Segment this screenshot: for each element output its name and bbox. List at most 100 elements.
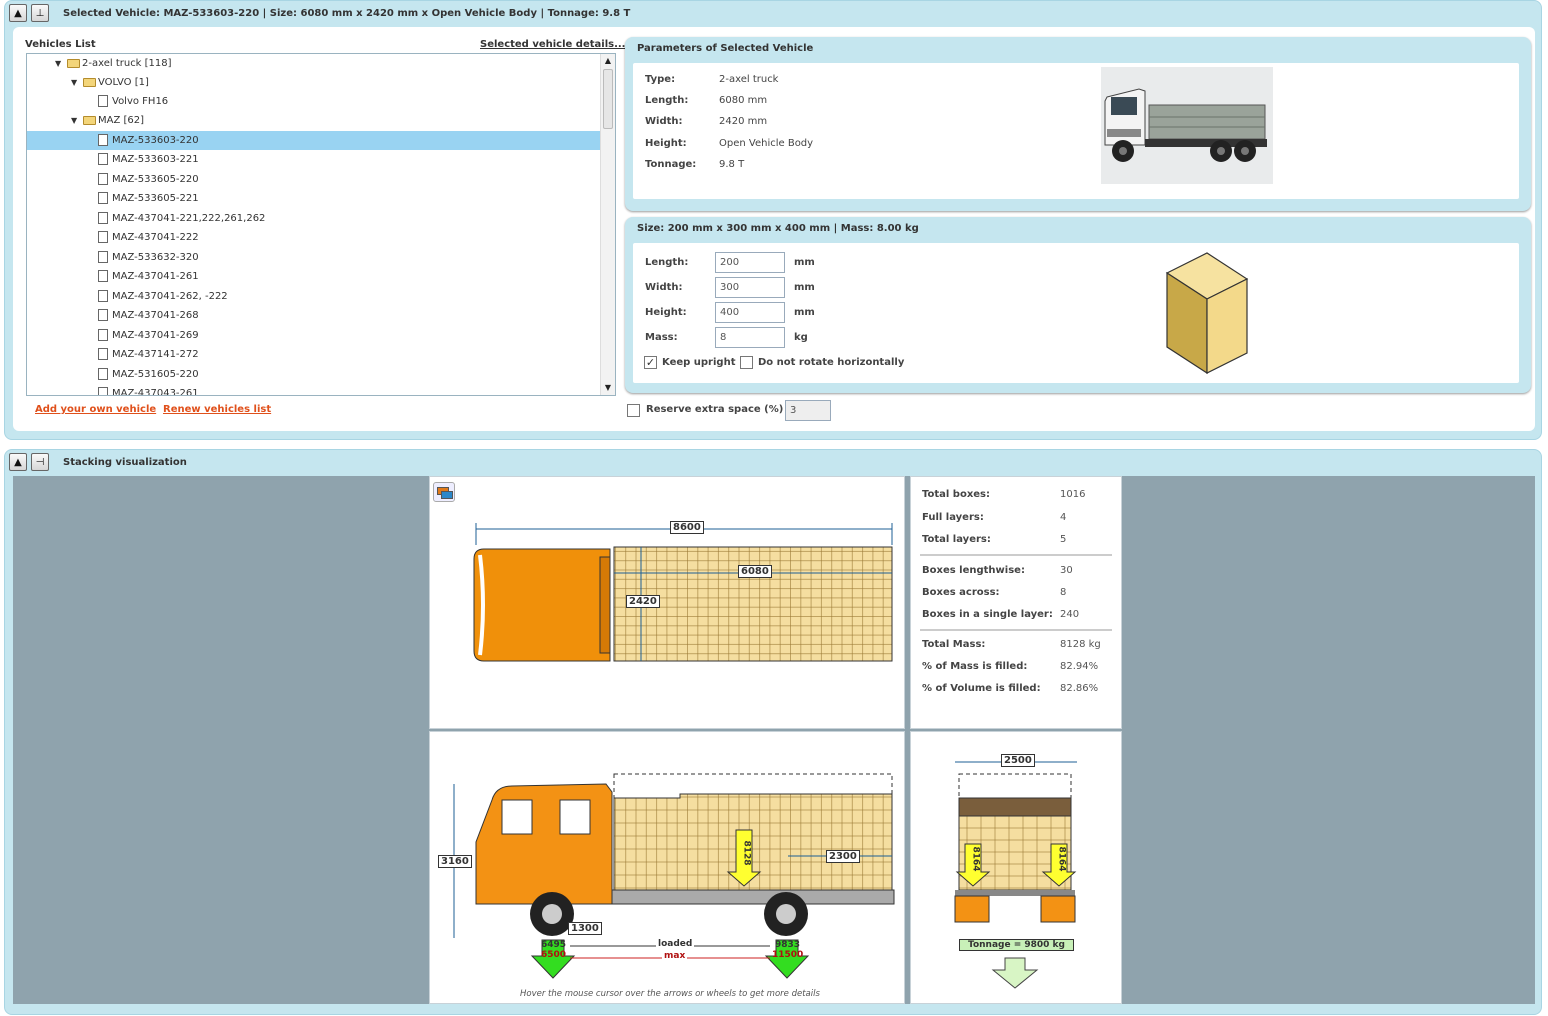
pin-button[interactable]: ⊣: [31, 453, 49, 471]
truck-photo: [1101, 67, 1273, 184]
tree-item[interactable]: MAZ-437041-268: [98, 306, 199, 325]
reserve-space-input[interactable]: [785, 400, 831, 421]
vehicle-panel: ▲ ⊥ Selected Vehicle: MAZ-533603-220 | S…: [4, 0, 1542, 440]
expand-triangle-icon[interactable]: ▼: [71, 73, 83, 92]
scroll-down-icon[interactable]: ▼: [601, 381, 615, 395]
checkmark-icon: ✓: [645, 356, 656, 369]
stat-label: Boxes across:: [922, 587, 1000, 598]
param-value: Open Vehicle Body: [719, 138, 814, 149]
tree-item[interactable]: MAZ-437041-261: [98, 267, 199, 286]
collapse-button[interactable]: ▲: [9, 453, 27, 471]
tree-item[interactable]: MAZ-533603-221: [98, 150, 199, 169]
hover-hint: Hover the mouse cursor over the arrows o…: [520, 989, 820, 999]
tree-item[interactable]: MAZ-531605-220: [98, 365, 199, 384]
stat-value: 30: [1060, 565, 1073, 576]
reserve-space-label: Reserve extra space (%): [646, 404, 784, 415]
legend-loaded: loaded: [656, 939, 695, 949]
tree-item[interactable]: MAZ-437041-269: [98, 326, 199, 345]
visualization-panel-header: ▲ ⊣ Stacking visualization: [5, 450, 1541, 474]
front-axle-loaded[interactable]: 6495: [541, 940, 566, 950]
scroll-thumb[interactable]: [603, 69, 613, 129]
visualization-area: 8600 6080 2420 Total boxes: 1016 Full la…: [13, 476, 1535, 1004]
scroll-up-icon[interactable]: ▲: [601, 54, 615, 68]
dim-rear-width: 2500: [1001, 754, 1035, 767]
box-field-label: Width:: [645, 282, 683, 293]
collapse-button[interactable]: ▲: [9, 4, 27, 22]
stat-label: Full layers:: [922, 512, 984, 523]
file-icon: [98, 270, 108, 282]
tree-item[interactable]: MAZ-437141-272: [98, 345, 199, 364]
stats-divider: [920, 554, 1112, 556]
add-vehicle-link[interactable]: Add your own vehicle: [35, 404, 156, 415]
stats-pane: Total boxes: 1016 Full layers: 4 Total l…: [910, 476, 1122, 729]
stat-label: Total Mass:: [922, 639, 986, 650]
tonnage-badge[interactable]: Tonnage = 9800 kg: [959, 939, 1074, 951]
tree-scrollbar[interactable]: ▲ ▼: [600, 54, 615, 395]
file-icon: [98, 251, 108, 263]
dim-body-width: 2420: [626, 595, 660, 608]
rear-axle-max[interactable]: 11500: [772, 950, 803, 960]
param-label: Width:: [645, 116, 683, 127]
expand-triangle-icon[interactable]: ▼: [71, 111, 83, 130]
tree-item[interactable]: MAZ-437041-222: [98, 228, 199, 247]
vehicle-panel-body: Vehicles List Selected vehicle details..…: [13, 27, 1535, 431]
stat-label: Boxes in a single layer:: [922, 609, 1053, 620]
rear-right-load[interactable]: 8164: [1057, 846, 1067, 871]
vehicle-params-body: Type: 2-axel truck Length: 6080 mm Width…: [633, 63, 1519, 199]
load-arrow-label[interactable]: 8128: [742, 840, 752, 865]
tree-item[interactable]: Volvo FH16: [98, 92, 168, 111]
file-icon: [98, 309, 108, 321]
param-label: Length:: [645, 95, 689, 106]
expand-triangle-icon[interactable]: ▼: [55, 54, 67, 73]
reserve-space-checkbox[interactable]: [627, 404, 640, 417]
box-length-input[interactable]: [715, 252, 785, 273]
tree-item[interactable]: ▼ 2-axel truck [118]: [55, 54, 172, 73]
vehicle-params-title: Parameters of Selected Vehicle: [637, 43, 814, 54]
stat-value: 5: [1060, 534, 1067, 545]
tree-item[interactable]: ▼ MAZ [62]: [71, 111, 144, 130]
tree-item[interactable]: MAZ-533605-221: [98, 189, 199, 208]
pin-icon: ⊣: [35, 456, 45, 468]
keep-upright-checkbox[interactable]: ✓: [644, 356, 657, 369]
box-mass-input[interactable]: [715, 327, 785, 348]
file-icon: [98, 212, 108, 224]
renew-vehicles-link[interactable]: Renew vehicles list: [163, 404, 271, 415]
box-height-input[interactable]: [715, 302, 785, 323]
tree-item[interactable]: MAZ-437043-261: [98, 384, 199, 395]
tree-item[interactable]: MAZ-437041-262, -222: [98, 287, 228, 306]
file-icon: [98, 231, 108, 243]
folder-icon: [83, 115, 96, 125]
box-3d-icon: [1165, 252, 1249, 375]
rear-left-load[interactable]: 8164: [971, 846, 981, 871]
file-icon: [98, 348, 108, 360]
dim-body-to-rear: 2300: [826, 850, 860, 863]
tree-item[interactable]: MAZ-437041-221,222,261,262: [98, 209, 265, 228]
stat-label: % of Mass is filled:: [922, 661, 1028, 672]
stat-value: 1016: [1060, 489, 1086, 500]
selected-vehicle-details-link[interactable]: Selected vehicle details...: [480, 39, 625, 50]
no-rotate-label: Do not rotate horizontally: [758, 357, 905, 368]
vehicle-panel-header: ▲ ⊥ Selected Vehicle: MAZ-533603-220 | S…: [5, 1, 1541, 25]
tree-item[interactable]: MAZ-533605-220: [98, 170, 199, 189]
box-field-unit: mm: [794, 282, 815, 293]
side-view-pane: 3160 1300 2300 8128 6495 6500 9833 11500…: [429, 731, 905, 1004]
front-axle-max[interactable]: 6500: [541, 950, 566, 960]
stat-value: 8128 kg: [1060, 639, 1101, 650]
rear-axle-loaded[interactable]: 9833: [775, 940, 800, 950]
caret-up-icon: ▲: [14, 456, 22, 468]
box-section: Size: 200 mm x 300 mm x 400 mm | Mass: 8…: [625, 217, 1531, 393]
box-width-input[interactable]: [715, 277, 785, 298]
pin-button[interactable]: ⊥: [31, 4, 49, 22]
file-icon: [98, 290, 108, 302]
vehicles-list-label: Vehicles List: [25, 39, 96, 50]
stat-label: Boxes lengthwise:: [922, 565, 1025, 576]
stat-label: Total layers:: [922, 534, 991, 545]
stat-label: % of Volume is filled:: [922, 683, 1041, 694]
tree-item[interactable]: ▼ VOLVO [1]: [71, 73, 149, 92]
top-view-drawing: [473, 523, 893, 662]
rear-view-pane: 2500 8164 8164 Tonnage = 9800 kg: [910, 731, 1122, 1004]
no-rotate-checkbox[interactable]: [740, 356, 753, 369]
tree-item[interactable]: MAZ-533632-320: [98, 248, 199, 267]
box-field-label: Mass:: [645, 332, 678, 343]
tree-item-selected[interactable]: MAZ-533603-220: [27, 131, 601, 150]
